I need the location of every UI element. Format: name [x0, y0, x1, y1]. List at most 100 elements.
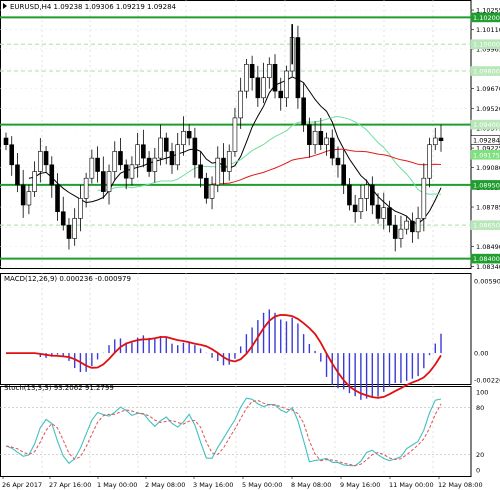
candle-body [198, 164, 203, 179]
candle-body [427, 144, 432, 179]
candle-body [341, 164, 346, 186]
stoch-scale-label: 20 [476, 451, 484, 459]
candle-body [381, 207, 387, 219]
candle-body [398, 228, 404, 239]
candle-body [55, 184, 60, 213]
candle-body [421, 177, 427, 219]
candle-body [232, 117, 238, 152]
time-axis-label: 12 May 08:00 [438, 481, 483, 489]
price-scale-label: 1.08490 [476, 243, 500, 251]
candle-body [20, 184, 26, 206]
price-tag-text: 1.09400 [473, 121, 500, 129]
candle-body [358, 198, 364, 213]
candle-body [284, 70, 289, 99]
candle-body [106, 171, 112, 192]
price-scale-label: 1.09670 [476, 85, 500, 93]
candle-body [329, 137, 335, 159]
candle-body [238, 90, 243, 119]
candle-body [404, 220, 409, 230]
candle-body [192, 137, 198, 166]
time-axis-label: 26 Apr 2017 [2, 481, 42, 489]
price-tag-text: 1.09175 [473, 151, 500, 159]
candle-body [301, 97, 306, 125]
candle-body [370, 184, 375, 206]
candle-body [221, 157, 226, 172]
macd-scale-label: -0.002202 [474, 377, 500, 385]
price-scale-label: 1.09520 [476, 105, 500, 113]
macd-label: MACD(12,26,9) 0.000236 -0.000979 [4, 275, 131, 283]
candle-body [3, 137, 9, 146]
stoch-scale-label: 80 [476, 404, 484, 412]
candle-body [266, 64, 272, 79]
price-tag-text: 1.10200 [473, 14, 500, 22]
candle-body [66, 224, 72, 239]
time-axis-label: 5 May 00:00 [242, 481, 282, 489]
price-scale-label: 1.08785 [476, 204, 500, 212]
candle-body [32, 171, 37, 192]
time-axis-label: 8 May 08:00 [291, 481, 331, 489]
candle-body [392, 224, 398, 239]
price-scale-label: 1.10110 [476, 26, 500, 34]
candle-body [186, 131, 192, 139]
time-axis-label: 2 May 08:00 [145, 481, 185, 489]
candle-body [112, 151, 118, 172]
candle-body [15, 164, 20, 186]
candle-body [43, 151, 49, 166]
symbol-header: EURUSD,H4 1.09238 1.09306 1.09219 1.0928… [10, 3, 177, 11]
stochastic-indicator [0, 397, 471, 467]
candle-body [215, 157, 221, 186]
candle-body [163, 137, 169, 152]
price-tag-text: 1.10000 [473, 41, 500, 49]
candle-body [89, 157, 95, 179]
candle-body [272, 64, 278, 92]
candle-body [375, 204, 381, 219]
candle-body [135, 144, 140, 166]
candle-body [101, 171, 106, 192]
candle-body [432, 137, 438, 146]
time-axis-label: 27 Apr 16:00 [49, 481, 91, 489]
candle-body [438, 137, 444, 142]
price-tag-text: 1.08950 [473, 181, 500, 189]
candle-body [209, 184, 215, 199]
candle-body [255, 77, 261, 99]
candle-body [78, 198, 83, 219]
candle-body [244, 64, 249, 92]
candle-body [364, 184, 369, 199]
time-axis-label: 3 May 16:00 [193, 481, 233, 489]
candle-body [49, 164, 55, 186]
candle-body [146, 157, 152, 172]
stoch-scale-label: 0 [476, 467, 480, 475]
candle-body [175, 144, 181, 166]
stoch-label: Stoch(13,3,3) 93.2062 91.2799 [4, 384, 114, 392]
price-tag-text: 1.09800 [473, 68, 500, 76]
macd-scale: 0.005901 0.00 -0.002202 [474, 278, 500, 385]
candle-body [387, 207, 392, 226]
candle-body [324, 137, 329, 146]
candle-body [129, 164, 135, 179]
candle-body [347, 184, 352, 206]
candle-body [307, 124, 312, 146]
candle-body [278, 90, 284, 99]
price-tag-text: 1.09284 [473, 137, 500, 145]
stoch-scale-label: 100 [476, 389, 488, 397]
candle-body [9, 144, 15, 166]
stoch-signal-line [5, 399, 442, 467]
candle-body [335, 157, 341, 166]
collapse-arrow-icon[interactable] [3, 3, 7, 9]
candle-body [123, 164, 129, 179]
price-scale-label: 1.09080 [476, 164, 500, 172]
candle-body [141, 144, 146, 159]
candle-body [415, 218, 421, 233]
candle-body [312, 131, 318, 146]
candle-body [352, 204, 358, 213]
macd-scale-label: 0.00 [474, 350, 488, 358]
candle-body [181, 131, 186, 146]
candle-body [95, 157, 100, 172]
candle-body [158, 137, 163, 159]
candle-body [72, 218, 77, 239]
price-tag-text: 1.08650 [473, 222, 500, 230]
time-axis-label: 9 May 16:00 [340, 481, 380, 489]
candle-body [410, 220, 415, 233]
price-tag-text: 1.08400 [473, 255, 500, 263]
stoch-scale: 100 80 20 0 [476, 389, 488, 475]
